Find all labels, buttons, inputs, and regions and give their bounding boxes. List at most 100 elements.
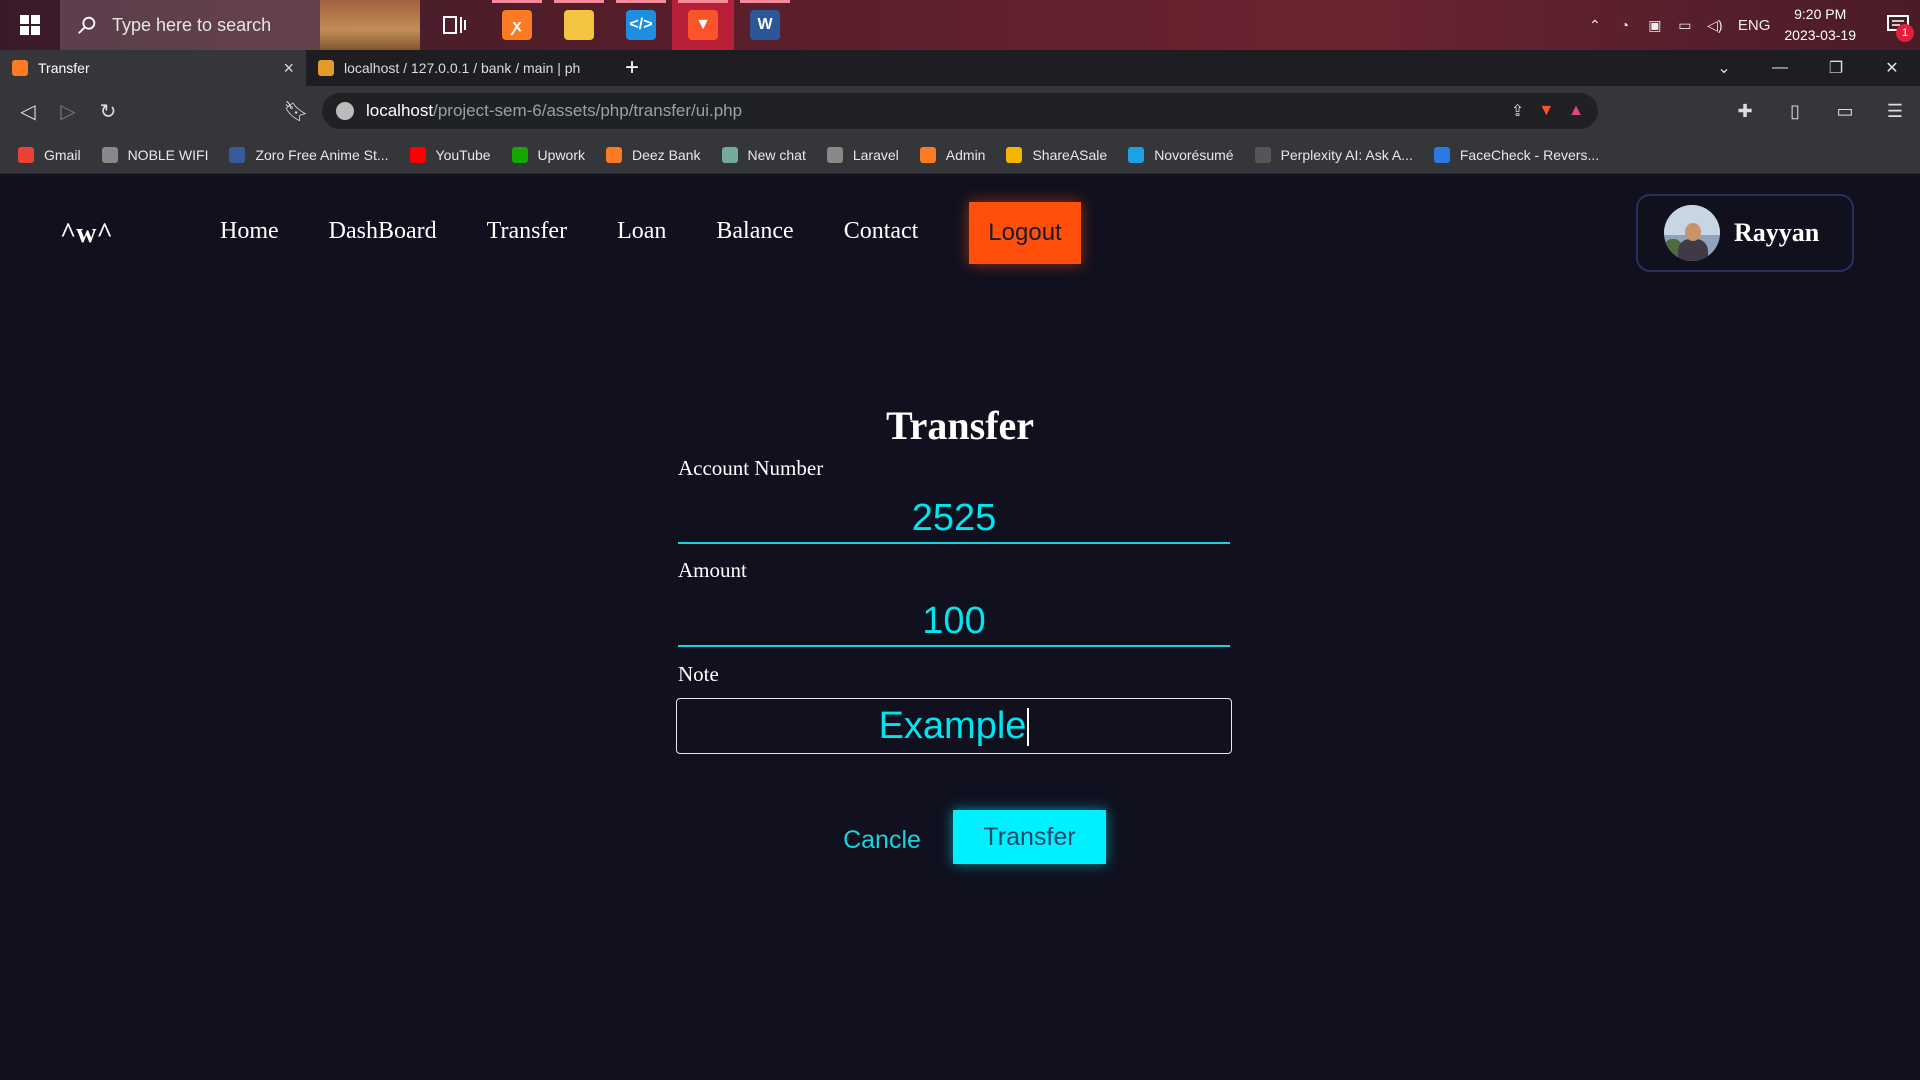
folder-icon — [564, 10, 594, 40]
note-value: Example — [879, 705, 1030, 748]
chevron-up-icon[interactable]: ⌃ — [1580, 0, 1610, 50]
minimize-icon[interactable]: — — [1752, 50, 1808, 86]
star-icon — [1006, 146, 1023, 163]
bookmark-label: ShareASale — [1032, 146, 1108, 163]
bookmark-item[interactable]: Laravel — [826, 146, 899, 163]
novoresume-icon — [1128, 146, 1145, 163]
tab-title: localhost / 127.0.0.1 / bank / main | ph — [344, 60, 581, 76]
globe-icon — [826, 146, 843, 163]
extensions-icon[interactable]: ✚ — [1720, 101, 1770, 122]
start-button[interactable] — [0, 0, 60, 50]
user-name: Rayyan — [1734, 218, 1820, 247]
logout-button[interactable]: Logout — [969, 202, 1081, 264]
clock[interactable]: 9:20 PM 2023-03-19 — [1784, 4, 1856, 46]
close-window-icon[interactable]: ✕ — [1864, 50, 1920, 86]
sidebar-icon[interactable]: ▯ — [1770, 101, 1820, 122]
taskbar-search[interactable]: Type here to search — [60, 0, 420, 50]
phpmyadmin-icon — [318, 60, 334, 76]
forward-icon[interactable]: ▷ — [48, 91, 88, 131]
xampp-icon — [606, 146, 623, 163]
tab-title: Transfer — [38, 60, 90, 76]
site-info-icon[interactable] — [336, 102, 354, 120]
volume-icon[interactable]: ◁) — [1700, 0, 1730, 50]
brave-rewards-icon[interactable]: ▲ — [1568, 102, 1584, 120]
clock-date: 2023-03-19 — [1784, 27, 1856, 43]
bookmark-item[interactable]: New chat — [721, 146, 806, 163]
vscode-icon: </> — [626, 10, 656, 40]
transfer-submit-button[interactable]: Transfer — [953, 810, 1106, 864]
note-input[interactable]: Example — [676, 698, 1232, 754]
browser-tab-strip: Transfer × localhost / 127.0.0.1 / bank … — [0, 50, 1920, 86]
form-title: Transfer — [885, 403, 1035, 448]
nav-contact[interactable]: Contact — [844, 218, 919, 245]
taskbar-app-word[interactable]: W — [734, 0, 796, 50]
url-host: localhost — [366, 101, 434, 120]
bookmark-label: Admin — [945, 146, 986, 163]
upwork-icon — [511, 146, 528, 163]
meet-now-icon[interactable]: ▣ — [1640, 0, 1670, 50]
restore-icon[interactable]: ❐ — [1808, 50, 1864, 86]
nav-dashboard[interactable]: DashBoard — [329, 218, 437, 245]
web-page: ^w^ Home DashBoard Transfer Loan Balance… — [0, 174, 1920, 1080]
clock-time: 9:20 PM — [1794, 6, 1847, 22]
reload-icon[interactable]: ↻ — [88, 91, 128, 131]
windows-taskbar: Type here to search ꭗ </> ▼ W ⌃ ◔ ▣ ▭ ◁)… — [0, 0, 1920, 50]
wallet-icon[interactable]: ▭ — [1820, 101, 1870, 122]
address-bar[interactable]: localhost/project-sem-6/assets/php/trans… — [322, 93, 1598, 129]
new-tab-button[interactable]: + — [612, 50, 652, 86]
site-logo[interactable]: ^w^ — [60, 218, 113, 250]
share-icon[interactable]: ⇪ — [1511, 101, 1524, 121]
bookmark-label: NOBLE WIFI — [127, 146, 209, 163]
back-icon[interactable]: ◁ — [8, 91, 48, 131]
chatgpt-icon — [721, 146, 738, 163]
grid-icon — [1254, 146, 1271, 163]
bookmark-item[interactable]: Gmail — [18, 146, 81, 163]
account-number-value: 2525 — [911, 496, 997, 539]
bookmark-item[interactable]: Admin — [919, 146, 986, 163]
zoro-icon — [229, 146, 246, 163]
bookmark-item[interactable]: Novorésumé — [1128, 146, 1234, 163]
taskbar-app-vscode[interactable]: </> — [610, 0, 672, 50]
avatar — [1664, 205, 1720, 261]
tab-transfer[interactable]: Transfer × — [0, 50, 306, 86]
nav-transfer[interactable]: Transfer — [487, 218, 567, 245]
bookmark-label: Zoro Free Anime St... — [255, 146, 389, 163]
bookmark-item[interactable]: YouTube — [409, 146, 491, 163]
task-view-button[interactable] — [424, 0, 486, 50]
bookmark-item[interactable]: ShareASale — [1006, 146, 1108, 163]
taskbar-app-file-explorer[interactable] — [548, 0, 610, 50]
battery-icon[interactable]: ▭ — [1670, 0, 1700, 50]
amount-value: 100 — [922, 599, 986, 642]
menu-icon[interactable]: ☰ — [1870, 101, 1920, 122]
brave-shields-icon[interactable]: ▼ — [1538, 102, 1554, 120]
nav-home[interactable]: Home — [220, 218, 279, 245]
bookmark-item[interactable]: Perplexity AI: Ask A... — [1254, 146, 1413, 163]
bookmark-item[interactable]: Upwork — [511, 146, 585, 163]
bookmark-item[interactable]: Deez Bank — [606, 146, 701, 163]
bookmark-item[interactable]: FaceCheck - Revers... — [1433, 146, 1599, 163]
search-icon — [78, 16, 96, 34]
notification-button[interactable]: 1 — [1876, 0, 1920, 50]
close-tab-icon[interactable]: × — [283, 58, 294, 79]
task-view-icon — [443, 16, 466, 34]
account-number-input[interactable]: 2525 — [678, 494, 1230, 544]
bookmark-icon[interactable]: 🔖︎ — [276, 91, 316, 131]
profile-card[interactable]: Rayyan — [1636, 194, 1854, 272]
taskbar-app-brave[interactable]: ▼ — [672, 0, 734, 50]
language-indicator[interactable]: ENG — [1738, 17, 1771, 34]
bookmark-label: Gmail — [44, 146, 81, 163]
cancel-button[interactable]: Cancle — [834, 814, 930, 866]
bookmark-item[interactable]: Zoro Free Anime St... — [229, 146, 389, 163]
search-highlight-image — [320, 0, 420, 50]
taskbar-app-xampp[interactable]: ꭗ — [486, 0, 548, 50]
windows-icon — [20, 15, 40, 35]
nav-balance[interactable]: Balance — [716, 218, 793, 245]
tab-phpmyadmin[interactable]: localhost / 127.0.0.1 / bank / main | ph — [306, 50, 612, 86]
nav-loan[interactable]: Loan — [617, 218, 666, 245]
globe-icon — [101, 146, 118, 163]
tab-search-icon[interactable]: ⌄ — [1696, 50, 1752, 86]
bookmark-item[interactable]: NOBLE WIFI — [101, 146, 209, 163]
wifi-icon[interactable]: ◔ — [1610, 0, 1640, 50]
bookmark-label: Deez Bank — [632, 146, 701, 163]
amount-input[interactable]: 100 — [678, 597, 1230, 647]
